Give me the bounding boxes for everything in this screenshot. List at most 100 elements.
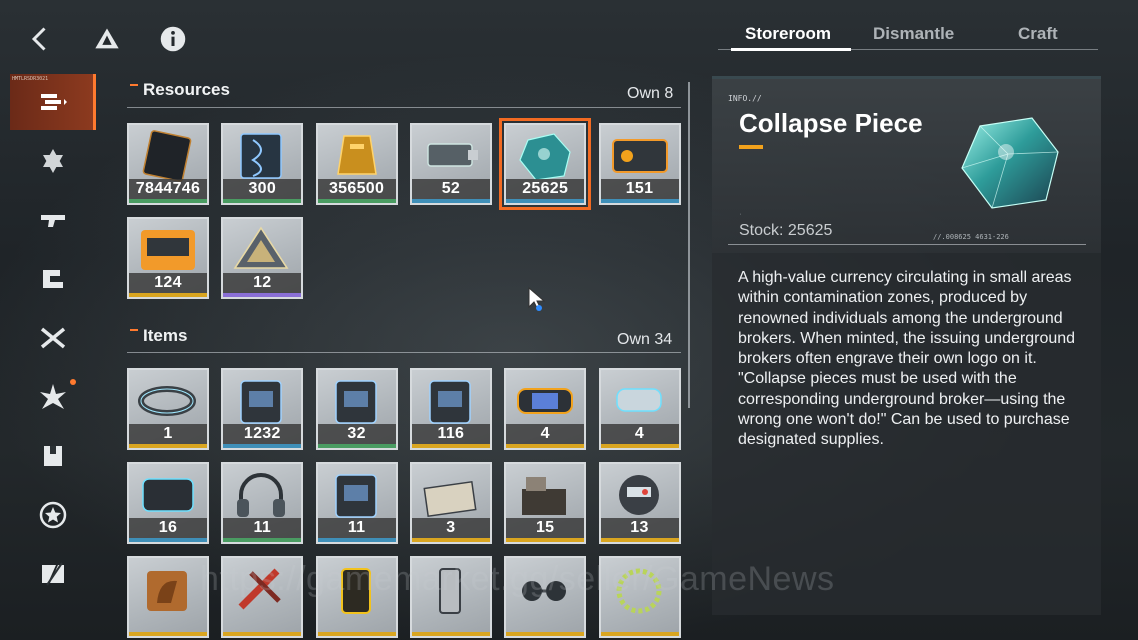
blue-chip-card-icon — [231, 376, 293, 426]
rarity-bar — [223, 293, 302, 297]
game-console-icon — [137, 470, 199, 520]
rarity-bar — [600, 199, 679, 203]
item-card[interactable]: 11 — [315, 462, 398, 544]
rarity-bar — [129, 444, 207, 448]
rarity-bar — [506, 538, 585, 542]
dna-card-icon — [231, 131, 293, 181]
items-own-count: Own 34 — [617, 331, 673, 348]
item-card[interactable]: 7844746 — [127, 123, 209, 205]
rail-item-box[interactable] — [10, 428, 96, 484]
item-card[interactable]: 1232 — [221, 368, 304, 450]
orange-card-icon — [609, 131, 671, 181]
item-count: 32 — [317, 424, 396, 444]
item-description: A high-value currency circulating in sma… — [738, 269, 1076, 449]
item-card[interactable]: 124 — [127, 217, 209, 299]
dark-ticket-icon — [137, 130, 199, 182]
item-card[interactable]: 12 — [221, 217, 304, 299]
item-card[interactable]: 13 — [598, 462, 681, 544]
rarity-bar — [223, 538, 302, 542]
item-card[interactable]: 15 — [504, 462, 587, 544]
item-count: 25625 — [506, 179, 585, 199]
item-card[interactable]: 151 — [598, 123, 681, 205]
item-card[interactable] — [127, 556, 209, 638]
rail-item-emblem[interactable] — [10, 487, 96, 543]
triangle-logo-icon[interactable] — [90, 22, 124, 56]
section-divider — [127, 352, 681, 353]
item-card[interactable]: 1 — [127, 368, 209, 450]
green-chip-card-icon — [326, 376, 388, 426]
item-count: 11 — [317, 518, 396, 538]
x-card-icon — [420, 376, 482, 426]
item-card[interactable]: 300 — [221, 123, 304, 205]
rarity-bar — [129, 538, 207, 542]
burst-icon — [40, 384, 66, 409]
rarity-bar — [600, 444, 679, 448]
item-count: 300 — [223, 179, 302, 199]
item-count: 52 — [411, 179, 490, 199]
rarity-bar — [600, 538, 679, 542]
item-card[interactable]: 116 — [409, 368, 492, 450]
item-card[interactable]: 32 — [315, 368, 398, 450]
item-count: 7844746 — [129, 179, 207, 199]
crystal-icon — [514, 131, 576, 181]
item-count: 124 — [129, 273, 207, 293]
cards-bundle-icon — [420, 470, 482, 520]
robot-icon — [609, 470, 671, 520]
rail-item-storage[interactable]: HMTLRSDR3021 — [10, 74, 96, 130]
item-count: 11 — [223, 518, 302, 538]
item-count: 16 — [129, 518, 207, 538]
item-card[interactable]: 52 — [409, 123, 492, 205]
info-circle-icon[interactable] — [156, 22, 190, 56]
item-card[interactable]: 11 — [221, 462, 304, 544]
gold-bar-icon — [326, 131, 388, 181]
rarity-bar — [411, 538, 490, 542]
tab-craft[interactable]: Craft — [1018, 24, 1058, 44]
tab-dismantle[interactable]: Dismantle — [873, 24, 954, 44]
tab-active-underline — [731, 48, 851, 51]
star-circle-icon — [39, 501, 67, 529]
crossed-blades-icon — [40, 327, 66, 349]
rarity-bar — [129, 199, 207, 203]
rarity-bar — [223, 444, 302, 448]
gun-icon — [41, 215, 65, 227]
selected-item-card[interactable]: 25625 — [499, 118, 592, 210]
item-card[interactable]: 4 — [598, 368, 681, 450]
triangle-chip-icon — [231, 225, 293, 275]
mouse-cursor-icon — [528, 287, 546, 311]
rail-item-burst[interactable] — [10, 369, 96, 425]
watermark-text: https://gamemarket.gg/seller/GameNews — [200, 560, 835, 598]
section-marker — [130, 84, 138, 86]
back-icon[interactable] — [24, 22, 58, 56]
rail-item-star[interactable] — [10, 133, 96, 189]
rarity-bar — [317, 199, 396, 203]
stock-count: Stock: 25625 — [739, 222, 833, 239]
slash-logo-icon — [42, 562, 64, 586]
rarity-bar — [317, 538, 396, 542]
items-title: Items — [143, 326, 188, 345]
side-rail: HMTLRSDR3021 — [10, 74, 96, 614]
item-card[interactable]: 356500 — [315, 123, 398, 205]
scrollbar[interactable] — [688, 82, 690, 408]
rarity-bar — [317, 444, 396, 448]
item-card[interactable]: 3 — [409, 462, 492, 544]
resources-own-count: Own 8 — [627, 85, 674, 102]
rarity-bar — [411, 199, 490, 203]
item-count: 1232 — [223, 424, 302, 444]
rail-item-weapon[interactable] — [10, 192, 96, 248]
item-count: 151 — [600, 179, 679, 199]
crystal-icon — [961, 117, 1059, 209]
item-card[interactable]: 16 — [127, 462, 209, 544]
stock-divider — [728, 244, 1086, 245]
item-count: 4 — [506, 424, 585, 444]
item-card[interactable]: 4 — [504, 368, 587, 450]
usb-key-icon — [420, 131, 482, 181]
rail-item-logo[interactable] — [10, 546, 96, 602]
tab-storeroom[interactable]: Storeroom — [745, 24, 831, 44]
gear-parts-icon — [43, 270, 63, 288]
stock-serial: //.008625 4631-226 — [933, 233, 1009, 241]
rail-item-cross[interactable] — [10, 310, 96, 366]
rail-item-gear[interactable] — [10, 251, 96, 307]
rarity-bar — [506, 444, 585, 448]
headphones-icon — [231, 470, 293, 520]
section-marker — [130, 329, 138, 331]
